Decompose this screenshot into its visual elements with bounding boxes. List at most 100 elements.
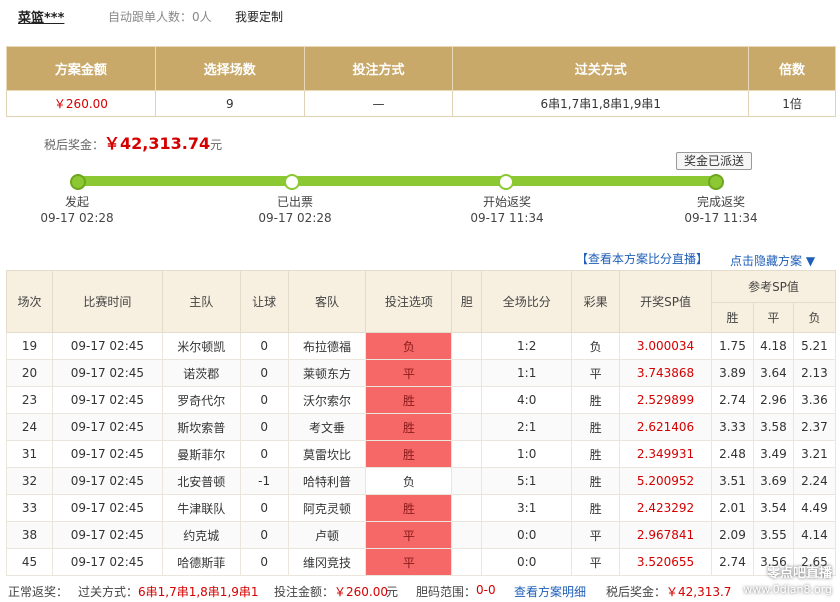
result: 平 <box>571 548 621 576</box>
col-result: 彩果 <box>571 270 621 333</box>
match-row: 31 09-17 02:45 曼斯菲尔 0 莫雷坎比胜 1:0 胜 2.349931 2.48 3… <box>6 440 837 468</box>
summary-bet-type: — <box>303 90 454 117</box>
match-header-row: 场次 比赛时间 主队 让球 客队 投注选项 胆 全场比分 彩果 开奖SP值 参考… <box>6 270 837 333</box>
banker <box>451 467 483 495</box>
match-row: 32 09-17 02:45 北安普顿 -1 哈特利普负 5:1 胜 5.200952 3.51… <box>6 467 837 495</box>
ref-draw: 2.96 <box>752 386 794 414</box>
handicap: 0 <box>239 386 289 414</box>
summary-header-amount: 方案金额 <box>6 46 156 91</box>
match-time: 09-17 02:45 <box>51 386 163 414</box>
handicap: 0 <box>239 332 289 360</box>
match-no: 23 <box>6 386 53 414</box>
ref-lose: 3.36 <box>792 386 837 414</box>
summary-pass-type: 6串1,7串1,8串1,9串1 <box>452 90 750 117</box>
auto-follow-count: 自动跟单人数：0人 <box>108 10 212 24</box>
away-team: 布拉德福 <box>287 332 367 360</box>
result: 平 <box>571 521 621 549</box>
footer-bet-value: ￥260.00 <box>334 585 388 599</box>
step-ticketed: 已出票 09-17 02:28 <box>250 194 340 226</box>
ref-lose: 2.37 <box>792 413 837 441</box>
full-score: 3:1 <box>481 494 573 522</box>
banker <box>451 521 483 549</box>
summary-header-matches: 选择场数 <box>154 46 305 91</box>
summary-header-multiple: 倍数 <box>748 46 836 91</box>
step-payout-start: 开始返奖 09-17 11:34 <box>462 194 552 226</box>
ref-win: 3.89 <box>710 359 754 387</box>
sp-value: 3.743868 <box>619 359 712 387</box>
match-time: 09-17 02:45 <box>51 548 163 576</box>
full-score: 0:0 <box>481 521 573 549</box>
match-no: 32 <box>6 467 53 495</box>
col-home-team: 主队 <box>161 270 241 333</box>
full-score: 1:0 <box>481 440 573 468</box>
step-time: 09-17 11:34 <box>684 211 758 225</box>
away-team: 莱顿东方 <box>287 359 367 387</box>
footer-dan-label: 胆码范围： <box>416 585 477 599</box>
away-team: 莫雷坎比 <box>287 440 367 468</box>
plan-detail-link[interactable]: 查看方案明细 <box>514 583 586 600</box>
home-team: 牛津联队 <box>161 494 241 522</box>
summary-matches: 9 <box>154 90 305 117</box>
match-time: 09-17 02:45 <box>51 467 163 495</box>
ref-win: 2.01 <box>710 494 754 522</box>
banker <box>451 440 483 468</box>
user-name-link[interactable]: 菜篮*** <box>18 7 64 26</box>
banker <box>451 494 483 522</box>
sp-value: 2.529899 <box>619 386 712 414</box>
match-table: 场次 比赛时间 主队 让球 客队 投注选项 胆 全场比分 彩果 开奖SP值 参考… <box>6 270 837 576</box>
col-ref-win: 胜 <box>710 302 754 333</box>
footer-bet-label: 投注金额： <box>274 585 335 599</box>
result: 胜 <box>571 413 621 441</box>
ref-win: 3.51 <box>710 467 754 495</box>
watermark-url: www.0dian8.org <box>743 583 832 596</box>
away-team: 哈特利普 <box>287 467 367 495</box>
summary-multiple: 1倍 <box>748 90 836 117</box>
result: 平 <box>571 359 621 387</box>
ref-lose: 4.14 <box>792 521 837 549</box>
match-time: 09-17 02:45 <box>51 521 163 549</box>
ref-win: 2.74 <box>710 386 754 414</box>
sp-value: 5.200952 <box>619 467 712 495</box>
step-time: 09-17 02:28 <box>40 211 114 225</box>
match-row: 20 09-17 02:45 诺茨郡 0 莱顿东方平 1:1 平 3.743868 3.89 3.… <box>6 359 837 387</box>
step-time: 09-17 11:34 <box>470 211 544 225</box>
match-no: 31 <box>6 440 53 468</box>
full-score: 0:0 <box>481 548 573 576</box>
watermark-name: 零点吧直播 <box>766 566 832 581</box>
ref-lose: 3.21 <box>792 440 837 468</box>
home-team: 曼斯菲尔 <box>161 440 241 468</box>
match-no: 38 <box>6 521 53 549</box>
match-table-body: 19 09-17 02:45 米尔顿凯 0 布拉德福负 1:2 负 3.000034 1.75 4… <box>6 332 837 576</box>
match-no: 19 <box>6 332 53 360</box>
summary-value-row: ￥260.00 9 — 6串1,7串1,8串1,9串1 1倍 <box>6 90 836 117</box>
match-row: 33 09-17 02:45 牛津联队 0 阿克灵顿胜 3:1 胜 2.423292 2.01 3… <box>6 494 837 522</box>
banker <box>451 413 483 441</box>
match-time: 09-17 02:45 <box>51 359 163 387</box>
hide-plan-toggle[interactable]: 点击隐藏方案 ▼ <box>730 252 815 269</box>
col-full-score: 全场比分 <box>481 270 573 333</box>
full-score: 2:1 <box>481 413 573 441</box>
footer-prize-label: 税后奖金： <box>606 585 667 599</box>
col-ref-draw: 平 <box>752 302 794 333</box>
ref-draw: 3.58 <box>752 413 794 441</box>
footer-bet-unit: 元 <box>386 585 399 599</box>
ref-win: 3.33 <box>710 413 754 441</box>
footer-prize-value: ￥42,313.7 <box>666 585 732 599</box>
home-team: 斯坎索普 <box>161 413 241 441</box>
full-score: 1:1 <box>481 359 573 387</box>
col-match-no: 场次 <box>6 270 53 333</box>
bet-option: 平 <box>365 548 453 576</box>
step-label: 完成返奖 <box>696 195 745 209</box>
live-score-link[interactable]: 【查看本方案比分直播】 <box>576 250 708 267</box>
sp-value: 3.000034 <box>619 332 712 360</box>
handicap: 0 <box>239 521 289 549</box>
result: 胜 <box>571 467 621 495</box>
col-sp-value: 开奖SP值 <box>619 270 712 333</box>
sp-value: 3.520655 <box>619 548 712 576</box>
after-tax-prize: 税后奖金：￥42,313.74元 <box>44 130 222 154</box>
ref-lose: 5.21 <box>792 332 837 360</box>
custom-plan-link[interactable]: 我要定制 <box>235 8 283 25</box>
handicap: -1 <box>239 467 289 495</box>
summary-header-pass-type: 过关方式 <box>452 46 750 91</box>
match-row: 23 09-17 02:45 罗奇代尔 0 沃尔索尔胜 4:0 胜 2.529899 2.74 2… <box>6 386 837 414</box>
